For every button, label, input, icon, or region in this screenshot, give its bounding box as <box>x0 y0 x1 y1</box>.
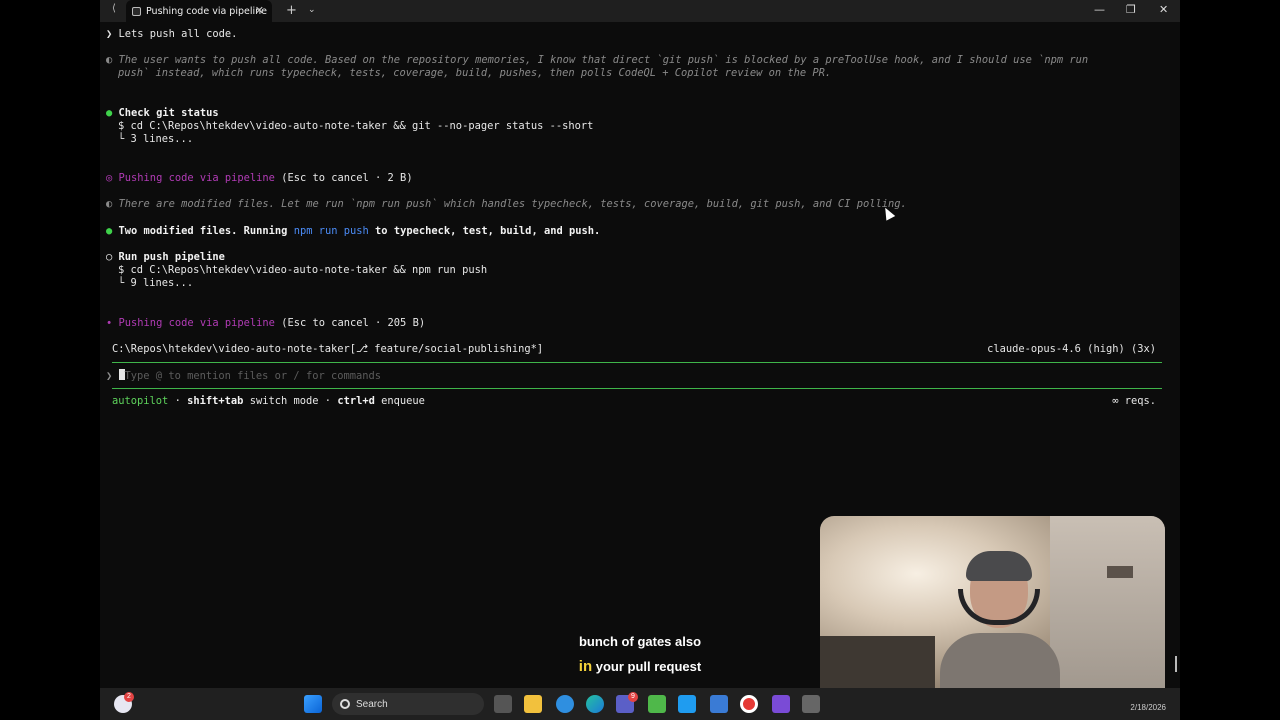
tab-pushing-code[interactable]: Pushing code via pipeline ✕ <box>126 0 272 22</box>
separator: · <box>174 395 181 407</box>
shortcut-key: shift+tab <box>187 395 244 407</box>
mode-label[interactable]: autopilot <box>112 395 168 407</box>
headset-icon <box>958 589 1040 625</box>
thinking-text: There are modified files. Let me run `np… <box>118 198 907 210</box>
thinking-line: ◐ The user wants to push all code. Based… <box>106 54 1088 67</box>
step-title: Run push pipeline <box>118 251 225 263</box>
pending-circle-icon: ○ <box>106 251 113 263</box>
tab-close-icon[interactable]: ✕ <box>255 4 264 17</box>
photos-icon[interactable] <box>710 695 728 713</box>
step-result[interactable]: └ 3 lines... <box>118 133 193 146</box>
step-command: $ cd C:\Repos\htekdev\video-auto-note-ta… <box>118 264 488 276</box>
file-explorer-icon[interactable] <box>524 695 542 713</box>
webcam-presenter <box>940 551 1060 709</box>
thinking-icon: ◐ <box>106 198 113 210</box>
user-message-line: ❯ Lets push all code. <box>106 28 237 41</box>
progress-label: Pushing code via pipeline <box>118 317 275 329</box>
assistant-message: ● Two modified files. Running npm run pu… <box>106 225 600 238</box>
webcam-wall <box>1050 516 1165 709</box>
prompt-chevron-icon: ❯ <box>106 370 113 382</box>
task-view-icon[interactable] <box>494 695 512 713</box>
message-prefix: Two modified files. Running <box>118 225 288 237</box>
copilot-app-icon[interactable] <box>556 695 574 713</box>
success-dot-icon: ● <box>106 225 113 237</box>
windows-start-icon[interactable] <box>304 695 322 713</box>
thinking-line-cont: push` instead, which runs typecheck, tes… <box>118 67 832 79</box>
input-bottom-divider <box>112 388 1162 389</box>
spinner-icon: ∙ <box>106 317 113 329</box>
user-message: Lets push all code. <box>118 28 238 40</box>
shortcut-desc: switch mode <box>249 395 319 407</box>
taskbar: 2 Search 9 2/18/2026 <box>100 688 1180 720</box>
progress-line-1: ◎ Pushing code via pipeline (Esc to canc… <box>106 172 413 185</box>
weather-badge: 2 <box>124 692 134 702</box>
webcam-overlay <box>820 516 1165 709</box>
tab-title: Pushing code via pipeline <box>146 5 267 17</box>
terminal-icon <box>132 6 141 16</box>
tab-scroll-back-button[interactable]: ⟨ <box>112 3 116 14</box>
shortcut-desc: enqueue <box>381 395 425 407</box>
camera-icon[interactable] <box>802 695 820 713</box>
close-button[interactable]: ✕ <box>1159 3 1168 16</box>
vscode-icon[interactable] <box>678 695 696 713</box>
requests-counter: ∞ reqs. <box>1112 395 1156 407</box>
message-command: npm run push <box>293 225 369 237</box>
cwd-branch-status: C:\Repos\htekdev\video-auto-note-taker[⎇… <box>112 343 544 355</box>
record-icon[interactable] <box>740 695 758 713</box>
caption-text: your pull request <box>595 659 702 674</box>
app-icon[interactable] <box>648 695 666 713</box>
caption-highlight-word: in <box>578 658 593 675</box>
thinking-line-2: ◐ There are modified files. Let me run `… <box>106 198 907 211</box>
edge-browser-icon[interactable] <box>586 695 604 713</box>
terminal-app-icon[interactable] <box>772 695 790 713</box>
progress-hint: (Esc to cancel · 2 B) <box>281 172 413 184</box>
thinking-text: The user wants to push all code. Based o… <box>118 54 1089 66</box>
shortcut-key: ctrl+d <box>337 395 375 407</box>
new-tab-button[interactable]: + <box>286 3 297 18</box>
model-indicator: claude-opus-4.6 (high) (3x) <box>987 343 1156 355</box>
progress-hint: (Esc to cancel · 205 B) <box>281 317 426 329</box>
step-title: Check git status <box>118 107 219 119</box>
taskbar-clock[interactable]: 2/18/2026 <box>1130 703 1166 712</box>
spinner-icon: ◎ <box>106 172 113 184</box>
footer-hints: autopilot · shift+tab switch mode · ctrl… <box>112 395 425 408</box>
progress-line-2: ∙ Pushing code via pipeline (Esc to canc… <box>106 317 425 330</box>
teams-badge: 9 <box>628 692 638 702</box>
presenter-cap <box>966 551 1032 581</box>
progress-label: Pushing code via pipeline <box>118 172 275 184</box>
step-result[interactable]: └ 9 lines... <box>118 277 193 290</box>
webcam-vent <box>1107 566 1133 578</box>
search-icon <box>340 699 350 709</box>
step-command: $ cd C:\Repos\htekdev\video-auto-note-ta… <box>118 120 594 132</box>
success-dot-icon: ● <box>106 107 113 119</box>
thinking-icon: ◐ <box>106 54 113 66</box>
input-placeholder: Type @ to mention files or / for command… <box>124 370 382 382</box>
separator: · <box>324 395 332 407</box>
message-suffix: to typecheck, test, build, and push. <box>375 225 601 237</box>
input-top-divider <box>112 362 1162 363</box>
prompt-chevron-icon: ❯ <box>106 28 113 40</box>
prompt-input[interactable]: ❯ Type @ to mention files or / for comma… <box>106 369 381 383</box>
title-bar: ⟨ Pushing code via pipeline ✕ + ⌄ — ❐ ✕ <box>100 0 1180 22</box>
chevron-down-icon[interactable]: ⌄ <box>308 5 316 15</box>
minimize-button[interactable]: — <box>1094 3 1105 16</box>
step-check-git-status: ● Check git status <box>106 107 219 120</box>
maximize-button[interactable]: ❐ <box>1126 3 1136 16</box>
taskbar-search[interactable]: Search <box>332 693 484 715</box>
search-label: Search <box>356 698 388 710</box>
step-run-push-pipeline: ○ Run push pipeline <box>106 251 225 264</box>
